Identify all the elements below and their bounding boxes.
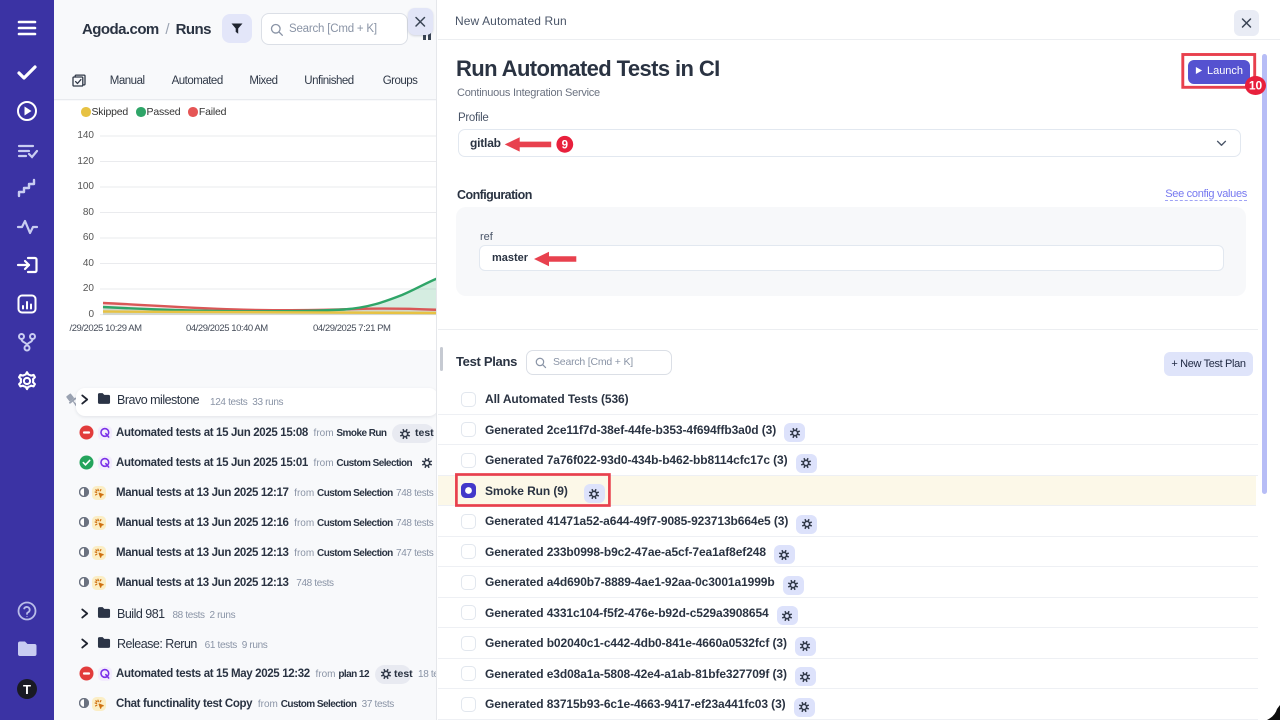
svg-text:T: T (23, 682, 31, 697)
